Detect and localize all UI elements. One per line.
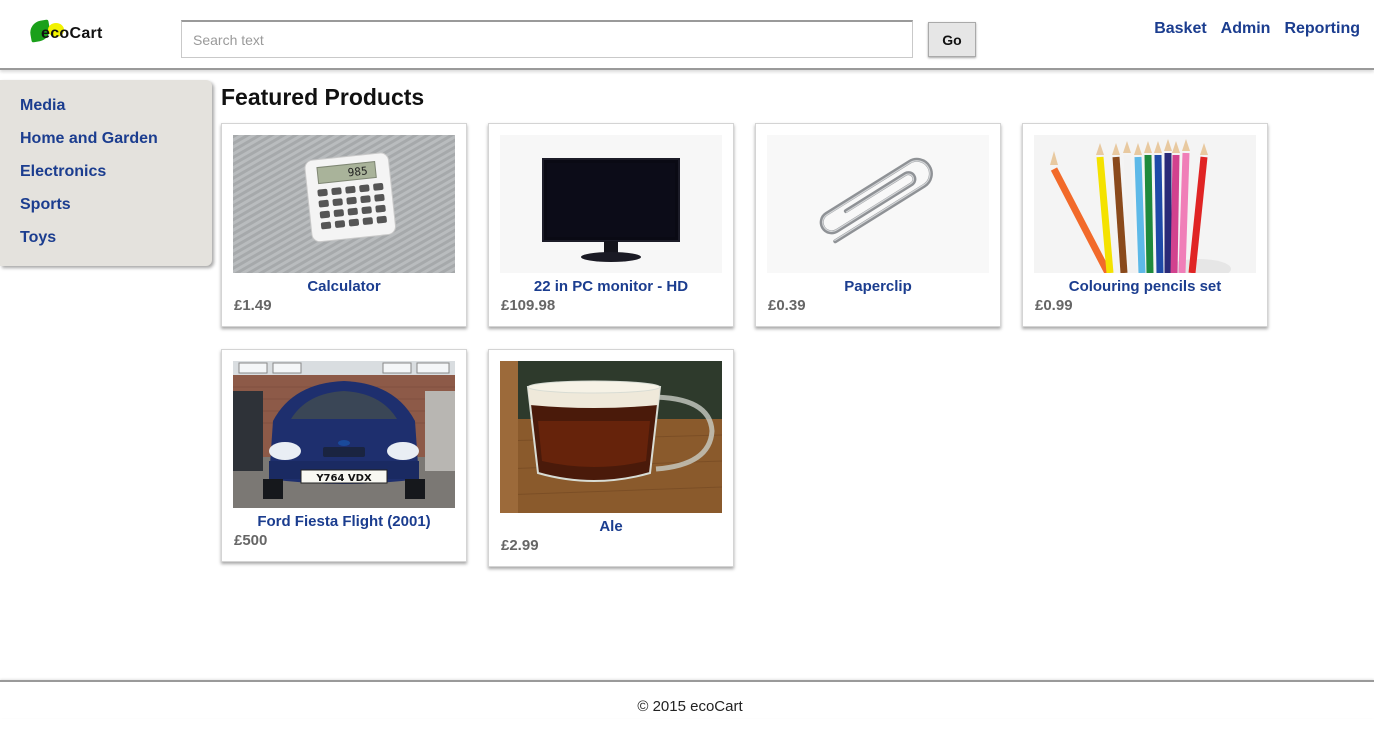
product-name[interactable]: 22 in PC monitor - HD (489, 278, 733, 295)
sidebar-item-sports[interactable]: Sports (0, 195, 212, 228)
product-card[interactable]: 22 in PC monitor - HD £109.98 (488, 123, 734, 327)
sidebar-item-toys[interactable]: Toys (0, 228, 212, 261)
product-name[interactable]: Paperclip (756, 278, 1000, 295)
reporting-link[interactable]: Reporting (1284, 20, 1360, 38)
top-nav: Basket Admin Reporting (1154, 20, 1360, 38)
sidebar-item-media[interactable]: Media (0, 96, 212, 129)
product-price: £2.99 (501, 537, 539, 554)
category-sidebar: Media Home and Garden Electronics Sports… (0, 80, 212, 266)
paperclip-image[interactable] (767, 135, 989, 273)
product-name[interactable]: Calculator (222, 278, 466, 295)
basket-link[interactable]: Basket (1154, 20, 1206, 38)
product-name[interactable]: Ford Fiesta Flight (2001) (222, 513, 466, 530)
product-card[interactable]: Y764 VDX Ford Fiesta Flight (2001) £500 (221, 349, 467, 562)
go-button[interactable]: Go (928, 22, 976, 57)
calculator-image[interactable]: 985 (233, 135, 455, 273)
product-name[interactable]: Colouring pencils set (1023, 278, 1267, 295)
logo-text: ecoCart (41, 25, 103, 42)
product-price: £500 (234, 532, 268, 549)
pencils-image[interactable] (1034, 135, 1256, 273)
product-price: £0.39 (768, 297, 806, 314)
header: ecoCart Go Basket Admin Reporting (0, 0, 1374, 70)
product-price: £109.98 (501, 297, 556, 314)
product-card[interactable]: 985 Calculator £1.49 (221, 123, 467, 327)
ale-image[interactable] (500, 361, 722, 513)
svg-text:Y764 VDX: Y764 VDX (315, 473, 372, 484)
product-card[interactable]: Colouring pencils set £0.99 (1022, 123, 1268, 327)
page-title: Featured Products (221, 84, 425, 110)
sidebar-item-electronics[interactable]: Electronics (0, 162, 212, 195)
product-price: £1.49 (234, 297, 272, 314)
car-image[interactable]: Y764 VDX (233, 361, 455, 508)
sidebar-item-home-and-garden[interactable]: Home and Garden (0, 129, 212, 162)
logo[interactable]: ecoCart (28, 19, 128, 46)
footer: © 2015 ecoCart (0, 680, 1374, 718)
copyright-text: © 2015 ecoCart (637, 698, 743, 715)
product-price: £0.99 (1035, 297, 1073, 314)
svg-text:985: 985 (347, 164, 368, 179)
product-name[interactable]: Ale (489, 518, 733, 535)
product-card[interactable]: Ale £2.99 (488, 349, 734, 567)
search-input[interactable] (181, 20, 913, 58)
admin-link[interactable]: Admin (1221, 20, 1271, 38)
monitor-image[interactable] (500, 135, 722, 273)
product-card[interactable]: Paperclip £0.39 (755, 123, 1001, 327)
